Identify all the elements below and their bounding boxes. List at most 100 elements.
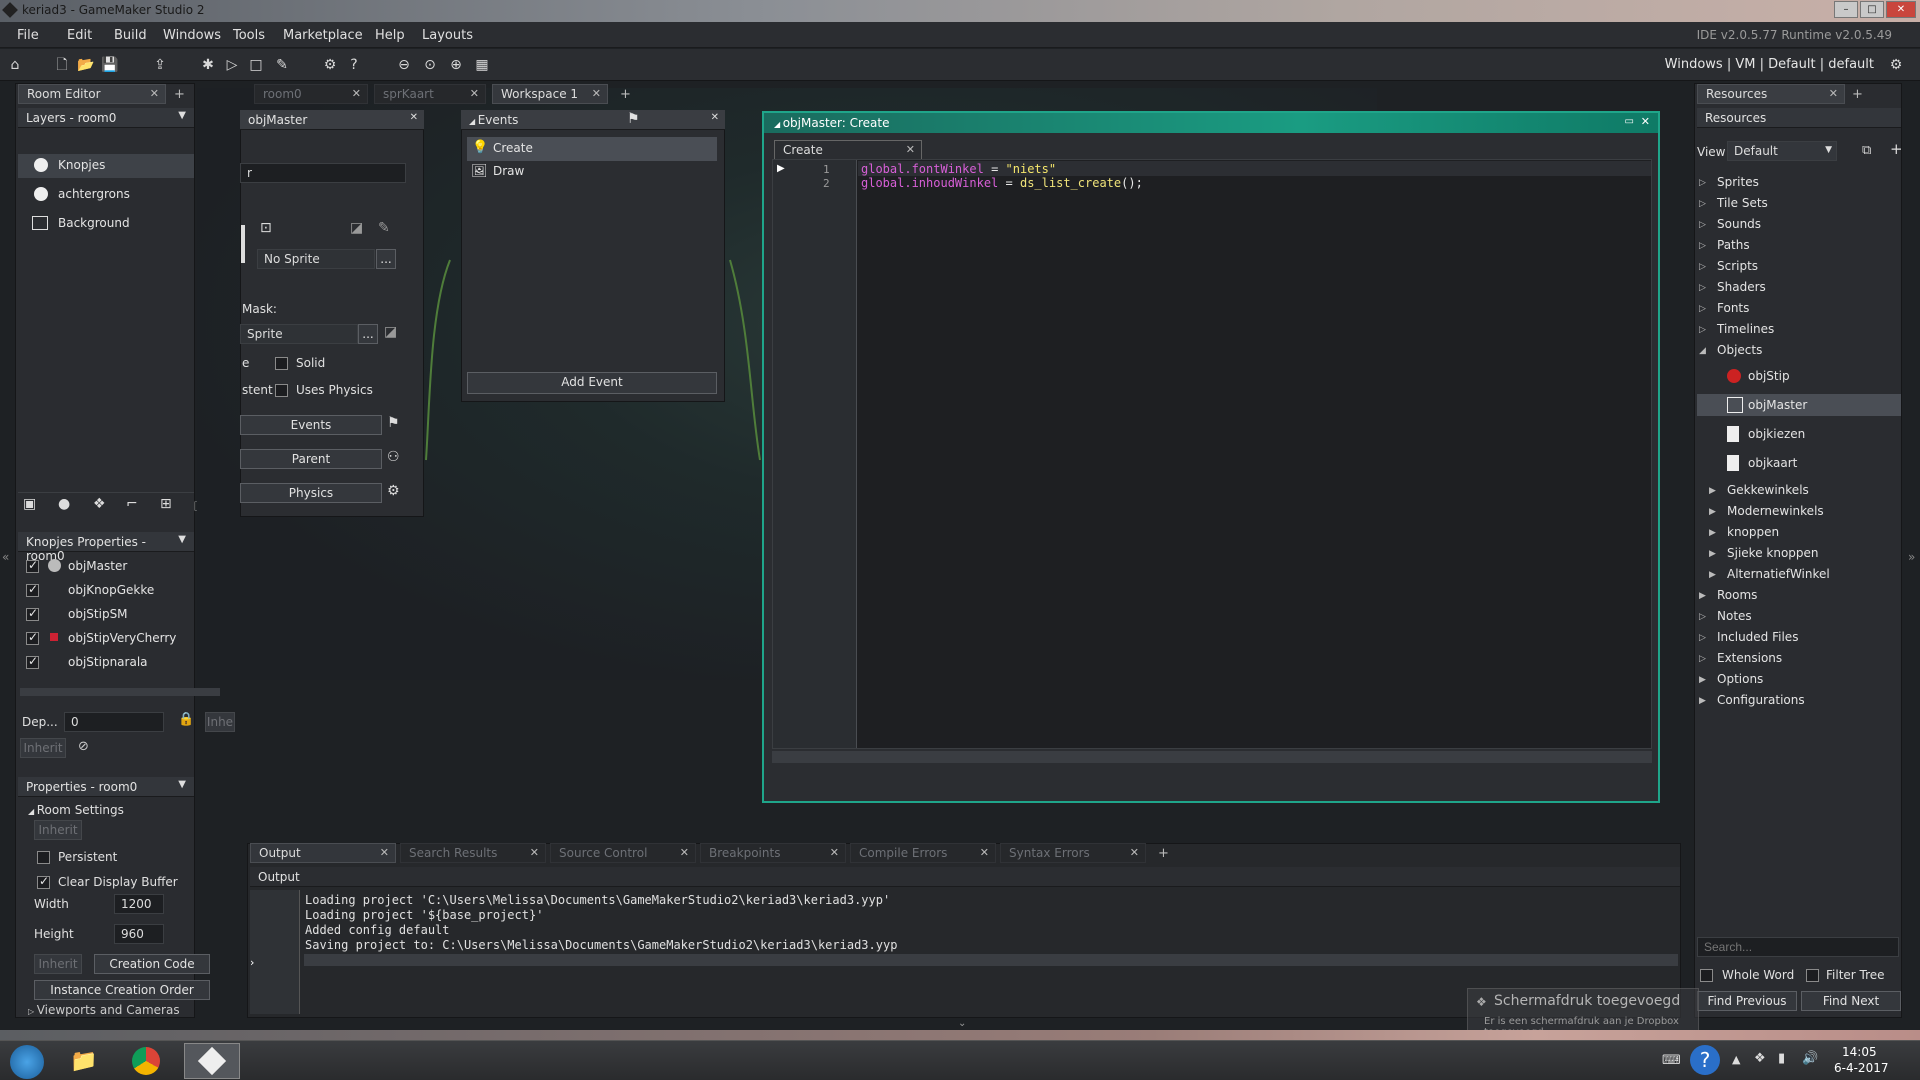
- flag-icon[interactable]: ⚑: [627, 111, 640, 127]
- chevron-right-icon[interactable]: ▷: [1699, 612, 1706, 622]
- zoom-in-icon[interactable]: ⊕: [446, 55, 466, 75]
- help-icon[interactable]: ?: [1690, 1045, 1720, 1075]
- zoom-reset-icon[interactable]: ⊙: [420, 55, 440, 75]
- events-window-title[interactable]: ◢ Events ⚑ ✕: [461, 110, 725, 130]
- add-tab-icon[interactable]: +: [1852, 87, 1863, 102]
- chevron-right-icon[interactable]: ▷: [1699, 241, 1706, 251]
- chevron-right-icon[interactable]: ▷: [1699, 304, 1706, 314]
- debug-icon[interactable]: ✱: [198, 55, 218, 75]
- menu-edit[interactable]: Edit: [67, 28, 92, 43]
- close-icon[interactable]: ✕: [830, 846, 839, 859]
- gamemaker-taskbar-button[interactable]: [184, 1043, 240, 1079]
- add-tab-icon[interactable]: +: [174, 87, 185, 102]
- menu-help[interactable]: Help: [375, 28, 405, 43]
- tree-item[interactable]: Fonts: [1717, 301, 1749, 315]
- instance-creation-order-button[interactable]: Instance Creation Order: [34, 980, 210, 1000]
- events-button[interactable]: Events: [240, 415, 382, 435]
- close-icon[interactable]: ✕: [906, 143, 915, 156]
- add-resource-icon[interactable]: +: [1890, 140, 1903, 158]
- object-window-title[interactable]: objMaster ✕: [240, 110, 424, 130]
- tree-group[interactable]: Modernewinkels: [1727, 504, 1824, 518]
- sprite-browse-button[interactable]: ...: [376, 249, 396, 269]
- tab-workspace-1[interactable]: Workspace 1 ✕: [492, 84, 608, 104]
- output-input-line[interactable]: [304, 954, 1678, 966]
- tree-item[interactable]: Sounds: [1717, 217, 1761, 231]
- add-tab-icon[interactable]: +: [1158, 846, 1169, 861]
- lock-icon[interactable]: 🔒: [178, 712, 194, 727]
- chevron-right-icon[interactable]: ▷: [1699, 178, 1706, 188]
- close-icon[interactable]: ✕: [680, 846, 689, 859]
- tree-item[interactable]: Tile Sets: [1717, 196, 1768, 210]
- tree-item[interactable]: objkaart: [1748, 456, 1797, 470]
- close-icon[interactable]: ✕: [352, 87, 361, 100]
- chevron-right-icon[interactable]: ▶: [1699, 696, 1706, 706]
- tree-item[interactable]: objMaster: [1748, 398, 1807, 412]
- reset-icon[interactable]: ⊘: [78, 739, 89, 754]
- close-icon[interactable]: ✕: [1829, 87, 1838, 100]
- target-selector[interactable]: Windows | VM | Default | default: [1665, 57, 1874, 72]
- inherit-depth-button[interactable]: Inhe: [205, 712, 235, 732]
- solid-checkbox[interactable]: [275, 357, 288, 370]
- add-event-button[interactable]: Add Event: [467, 372, 717, 394]
- open-project-icon[interactable]: 📂: [76, 55, 96, 75]
- tab-breakpoints[interactable]: Breakpoints ✕: [700, 843, 846, 863]
- zoom-out-icon[interactable]: ⊖: [394, 55, 414, 75]
- gear-icon[interactable]: ⚙: [387, 483, 400, 499]
- instance-checkbox[interactable]: [26, 630, 39, 645]
- new-project-icon[interactable]: 🗋: [52, 55, 72, 75]
- tree-item[interactable]: Scripts: [1717, 259, 1758, 273]
- tree-item[interactable]: Objects: [1717, 343, 1762, 357]
- instance-checkbox[interactable]: [26, 582, 39, 597]
- volume-icon[interactable]: 🔊: [1802, 1051, 1818, 1066]
- room-width-input[interactable]: 1200: [114, 894, 164, 914]
- code-line[interactable]: global.fontWinkel = "niets": [861, 162, 1056, 176]
- chevron-right-icon[interactable]: ▷: [1699, 283, 1706, 293]
- chevron-right-icon[interactable]: ▶: [1709, 528, 1716, 538]
- tree-item[interactable]: Shaders: [1717, 280, 1766, 294]
- close-icon[interactable]: ✕: [150, 87, 159, 100]
- find-next-button[interactable]: Find Next: [1801, 991, 1901, 1011]
- menu-layouts[interactable]: Layouts: [422, 28, 473, 43]
- chevron-right-icon[interactable]: ▶: [1699, 591, 1706, 601]
- dropbox-notification[interactable]: ❖ Schermafdruk toegevoegd Er is een sche…: [1467, 988, 1699, 1038]
- menu-windows[interactable]: Windows: [163, 28, 221, 43]
- tree-item[interactable]: Options: [1717, 672, 1763, 686]
- tree-item[interactable]: Included Files: [1717, 630, 1798, 644]
- chrome-icon[interactable]: [132, 1047, 160, 1075]
- inherit-code-button[interactable]: Inherit: [34, 954, 82, 974]
- code-area[interactable]: ▶ 1 2 global.fontWinkel = "niets" global…: [772, 159, 1652, 749]
- add-tile-layer-icon[interactable]: ❖: [93, 496, 106, 512]
- tray-arrow-icon[interactable]: ▲: [1732, 1053, 1740, 1066]
- object-name-input[interactable]: r: [240, 163, 406, 183]
- filter-tree-checkbox[interactable]: [1806, 969, 1819, 982]
- chevron-right-icon[interactable]: ▶: [1709, 507, 1716, 517]
- chevron-right-icon[interactable]: ▶: [1709, 486, 1716, 496]
- tree-item[interactable]: Extensions: [1717, 651, 1782, 665]
- pencil-icon[interactable]: ✎: [378, 220, 390, 236]
- tab-room0[interactable]: room0 ✕: [254, 84, 368, 104]
- layer-row[interactable]: Background: [18, 212, 194, 236]
- edit-sprite-icon[interactable]: ◪: [350, 220, 363, 236]
- layer-row[interactable]: achtergrons: [18, 183, 194, 207]
- run-icon[interactable]: ▷: [222, 55, 242, 75]
- tab-syntax-errors[interactable]: Syntax Errors ✕: [1000, 843, 1146, 863]
- copy-icon[interactable]: ⧉: [1862, 143, 1871, 158]
- chevron-right-icon[interactable]: ▷: [1699, 199, 1706, 209]
- code-tab-create[interactable]: Create ✕: [774, 140, 922, 160]
- tree-item[interactable]: Sprites: [1717, 175, 1759, 189]
- target-settings-icon[interactable]: ⚙: [1886, 55, 1906, 75]
- tree-item[interactable]: Paths: [1717, 238, 1750, 252]
- close-window-button[interactable]: ✕: [1886, 1, 1916, 18]
- flag-icon[interactable]: ⚑: [387, 415, 400, 431]
- physics-button[interactable]: Physics: [240, 483, 382, 503]
- menu-file[interactable]: File: [17, 28, 39, 43]
- chevron-right-icon[interactable]: ▷: [1699, 325, 1706, 335]
- close-icon[interactable]: ✕: [1641, 115, 1650, 128]
- save-icon[interactable]: 💾: [100, 55, 120, 75]
- chevron-right-icon[interactable]: ▷: [1699, 262, 1706, 272]
- inherit-layer-button[interactable]: Inherit: [20, 738, 66, 758]
- tree-item[interactable]: objStip: [1748, 369, 1790, 383]
- tab-room-editor[interactable]: Room Editor ✕: [18, 84, 166, 104]
- file-explorer-icon[interactable]: 📁: [70, 1049, 97, 1074]
- chevron-right-icon[interactable]: ▷: [1699, 220, 1706, 230]
